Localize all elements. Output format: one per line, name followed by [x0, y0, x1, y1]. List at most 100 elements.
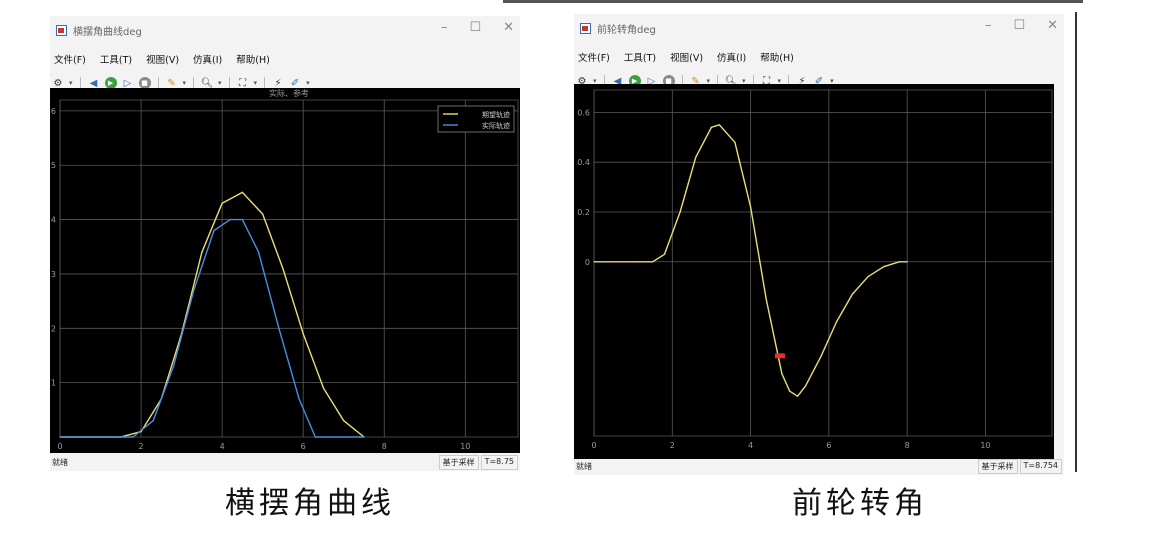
- data-point: [241, 218, 243, 221]
- title-bar: 横摆角曲线deg – ☐ ✕: [50, 16, 520, 44]
- plot-area[interactable]: 0 2 4 6 8 10 0 0.2 0.4 0.6: [574, 84, 1054, 459]
- data-point: [363, 436, 365, 438]
- chevron-down-icon[interactable]: ▾: [183, 79, 187, 87]
- data-point: [679, 211, 681, 213]
- status-sample-mode: 基于采样: [977, 459, 1018, 474]
- x-tick-label: 10: [460, 442, 470, 451]
- data-point: [765, 298, 767, 300]
- maximize-button[interactable]: ☐: [469, 20, 481, 35]
- data-point: [193, 289, 195, 291]
- y-tick-label: 3: [51, 270, 56, 279]
- data-point: [152, 420, 154, 422]
- menu-tools[interactable]: 工具(T): [100, 52, 132, 68]
- data-point: [172, 365, 175, 367]
- data-point: [781, 373, 783, 375]
- scope-app-icon: [580, 22, 591, 34]
- x-tick-label: 0: [591, 441, 596, 450]
- x-tick-label: 4: [220, 442, 225, 451]
- minimize-button[interactable]: –: [985, 18, 992, 33]
- x-tick-label: 8: [382, 442, 387, 451]
- window-title: 横摆角曲线deg: [73, 26, 142, 38]
- menu-bar: 文件(F) 工具(T) 视图(V) 仿真(I) 帮助(H): [50, 52, 520, 68]
- menu-file[interactable]: 文件(F): [54, 52, 86, 68]
- y-tick-label: 1: [51, 379, 56, 388]
- data-point: [221, 202, 223, 204]
- legend-entry: 期望轨迹: [482, 110, 510, 119]
- legend-entry: 实际轨迹: [482, 121, 510, 130]
- data-point: [652, 261, 654, 263]
- menu-view[interactable]: 视图(V): [146, 52, 179, 68]
- right-border-line: [1075, 12, 1077, 472]
- data-point: [201, 251, 203, 253]
- data-point: [898, 261, 900, 263]
- status-time: T=8.754: [1019, 459, 1062, 474]
- data-point: [593, 261, 595, 263]
- menu-file[interactable]: 文件(F): [578, 50, 610, 66]
- minimize-button[interactable]: –: [441, 20, 448, 35]
- menu-view[interactable]: 视图(V): [670, 50, 703, 66]
- data-point: [258, 251, 260, 253]
- status-time: T=8.75: [480, 455, 518, 470]
- data-point: [343, 420, 345, 422]
- plot-frame: [593, 89, 1053, 437]
- y-tick-label: 0.2: [577, 208, 590, 217]
- data-point: [695, 156, 697, 158]
- data-point: [282, 267, 284, 270]
- data-point: [132, 436, 134, 438]
- window-controls: – ☐ ✕: [441, 20, 514, 35]
- data-point: [229, 218, 231, 221]
- data-point: [820, 355, 822, 357]
- data-point: [314, 436, 316, 438]
- scope-window-steer: 前轮转角deg – ☐ ✕ 文件(F) 工具(T) 视图(V) 仿真(I) 帮助…: [574, 14, 1064, 475]
- data-point: [322, 387, 325, 389]
- data-point: [796, 395, 799, 397]
- x-tick-label: 2: [670, 441, 675, 450]
- data-point: [851, 293, 853, 295]
- x-tick-label: 6: [826, 441, 831, 450]
- data-point: [734, 141, 736, 143]
- y-tick-label: 0.6: [577, 108, 590, 117]
- menu-help[interactable]: 帮助(H): [760, 50, 794, 66]
- status-bar: 就绪 基于采样 T=8.75: [50, 453, 520, 471]
- chevron-down-icon[interactable]: ▾: [218, 79, 222, 87]
- y-tick-label: 0.4: [577, 158, 590, 167]
- series-line-0: [60, 191, 365, 438]
- chevron-down-icon[interactable]: ▾: [254, 79, 258, 87]
- data-point: [213, 229, 215, 232]
- data-point: [749, 206, 752, 208]
- scope-window-yaw: 横摆角曲线deg – ☐ ✕ 文件(F) 工具(T) 视图(V) 仿真(I) 帮…: [50, 16, 520, 471]
- x-tick-label: 6: [301, 442, 306, 451]
- x-tick-label: 8: [905, 441, 910, 450]
- menu-simulation[interactable]: 仿真(I): [193, 52, 222, 68]
- status-ready: 就绪: [52, 458, 68, 467]
- menu-tools[interactable]: 工具(T): [624, 50, 656, 66]
- menu-help[interactable]: 帮助(H): [236, 52, 270, 68]
- data-point: [241, 191, 243, 194]
- data-point: [836, 320, 838, 323]
- data-point: [262, 213, 264, 215]
- status-bar: 就绪 基于采样 T=8.754: [574, 457, 1064, 475]
- data-point: [298, 398, 300, 400]
- steer-chart: 0 2 4 6 8 10 0 0.2 0.4 0.6: [577, 89, 1053, 450]
- y-tick-label: 0: [585, 258, 590, 267]
- title-bar: 前轮转角deg – ☐ ✕: [574, 14, 1064, 42]
- data-point: [302, 333, 304, 335]
- menu-simulation[interactable]: 仿真(I): [717, 50, 746, 66]
- data-point: [867, 276, 869, 278]
- x-tick-label: 4: [748, 441, 753, 450]
- cursor-marker: [774, 353, 785, 359]
- close-button[interactable]: ✕: [1047, 18, 1058, 33]
- data-point: [59, 436, 61, 438]
- data-point: [718, 124, 720, 126]
- yaw-chart: 0 2 4 6 8 10123456实际、参考期望轨迹实际轨迹: [51, 88, 519, 451]
- data-point: [906, 261, 908, 263]
- x-tick-label: 10: [980, 441, 990, 450]
- close-button[interactable]: ✕: [503, 20, 514, 35]
- y-tick-label: 6: [51, 107, 56, 116]
- chevron-down-icon[interactable]: ▾: [306, 79, 310, 87]
- chevron-down-icon[interactable]: ▾: [69, 79, 73, 87]
- plot-area[interactable]: 0 2 4 6 8 10 1 2 3 4 5 6 实际、参考 期望轨迹 实际轨迹: [50, 88, 520, 453]
- caption-yaw: 横摆角曲线: [225, 486, 395, 521]
- maximize-button[interactable]: ☐: [1013, 18, 1025, 33]
- scope-app-icon: [56, 24, 67, 36]
